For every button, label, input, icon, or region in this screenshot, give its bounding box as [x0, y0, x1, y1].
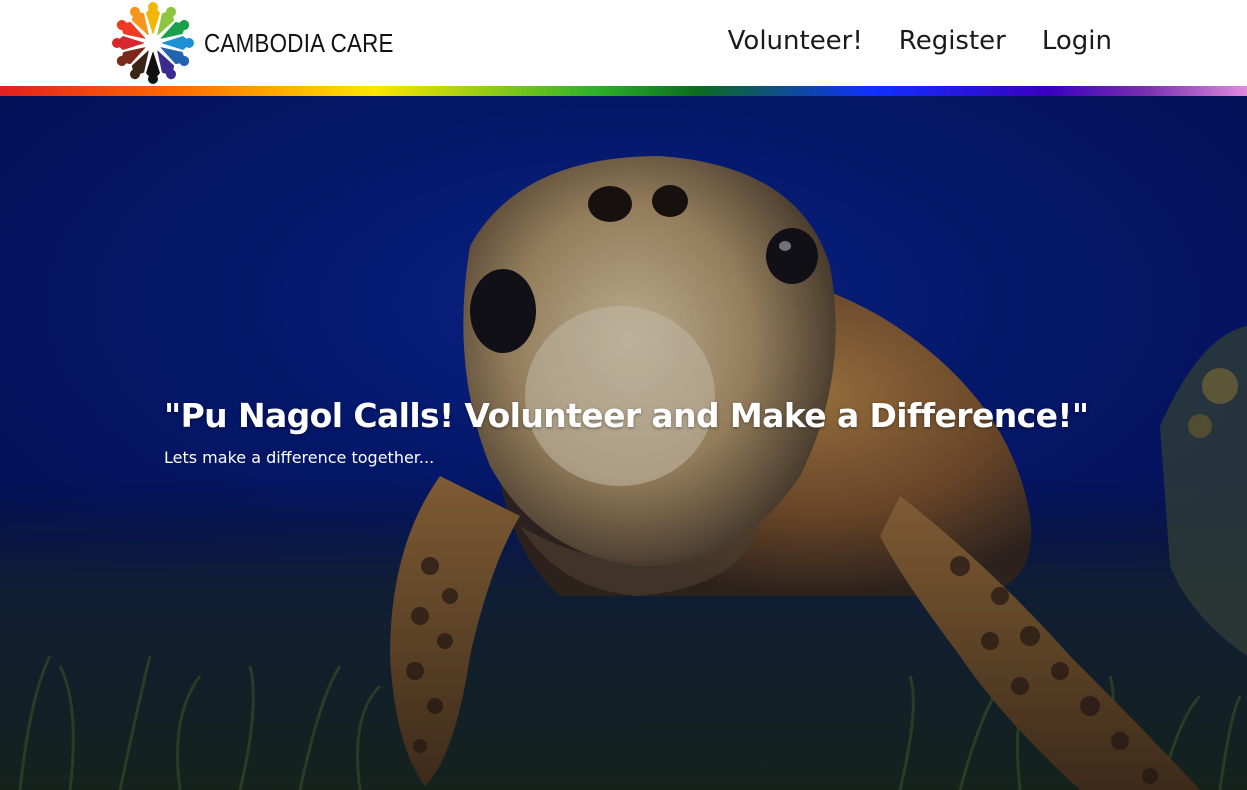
brand-name: CAMBODIA CARE — [204, 27, 394, 58]
hero-title: "Pu Nagol Calls! Volunteer and Make a Di… — [164, 396, 1089, 435]
nav-login-link[interactable]: Login — [1042, 22, 1112, 60]
nav-volunteer-link[interactable]: Volunteer! — [728, 22, 863, 60]
site-header: CAMBODIA CARE Volunteer! Register Login — [0, 0, 1247, 86]
home-logo-link[interactable]: CAMBODIA CARE — [110, 0, 425, 86]
people-circle-logo-icon — [112, 2, 194, 84]
nav-register-link[interactable]: Register — [899, 22, 1006, 60]
main-nav: Volunteer! Register Login — [728, 22, 1112, 60]
rainbow-divider — [0, 86, 1247, 96]
sea-turtle-hero-image — [0, 96, 1247, 790]
hero-banner: "Pu Nagol Calls! Volunteer and Make a Di… — [0, 96, 1247, 790]
hero-subtitle: Lets make a difference together... — [164, 448, 435, 467]
